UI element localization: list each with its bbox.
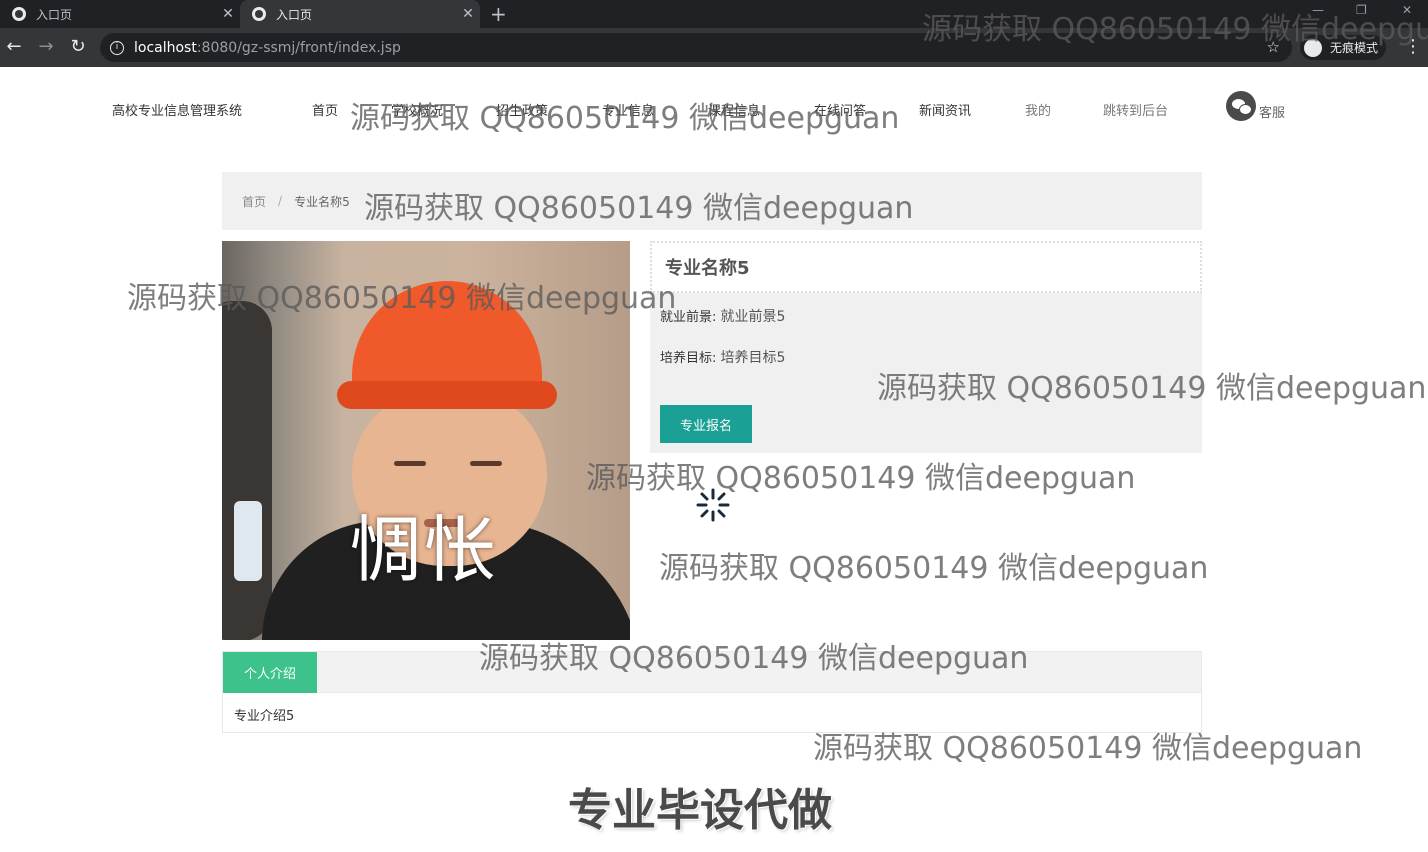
watermark: 源码获取 QQ86050149 微信deepguan (586, 461, 1136, 496)
intro-tabs: 个人介绍 专业介绍5 (222, 651, 1202, 733)
nav-admission-policy[interactable]: 招生政策 (496, 100, 548, 119)
browser-tab-bar: 入口页 ✕ 入口页 ✕ + — ❐ ✕ (0, 0, 1428, 28)
tab-title: 入口页 (276, 7, 313, 22)
photo-background-person (222, 301, 272, 640)
url-host: localhost (134, 39, 197, 56)
site-brand[interactable]: 高校专业信息管理系统 (112, 100, 242, 119)
service-label: 客服 (1259, 106, 1286, 121)
close-tab-icon[interactable]: ✕ (216, 6, 240, 22)
tab-personal-intro[interactable]: 个人介绍 (223, 652, 317, 693)
globe-icon (252, 7, 266, 21)
reload-icon[interactable]: ↻ (66, 36, 90, 57)
restore-icon[interactable]: ❐ (1356, 3, 1367, 17)
nav-news[interactable]: 新闻资讯 (919, 100, 971, 119)
major-photo: 惆怅 (222, 241, 630, 640)
photo-helmet (337, 281, 557, 409)
browser-tab-active[interactable]: 入口页 ✕ (240, 0, 480, 28)
browser-toolbar: ← → ↻ i localhost:8080/gz-ssmj/front/ind… (0, 28, 1428, 67)
site-header: 高校专业信息管理系统 首页 学校概况 招生政策 专业信息 课程信息 在线问答 新… (0, 67, 1428, 157)
nav-course-info[interactable]: 课程信息 (708, 100, 760, 119)
browser-tab[interactable]: 入口页 ✕ (0, 0, 240, 28)
globe-icon (12, 7, 26, 21)
breadcrumb-separator: / (278, 194, 283, 208)
goal-row: 培养目标: 培养目标5 (660, 347, 785, 367)
forward-icon[interactable]: → (34, 36, 58, 57)
wechat-icon (1226, 91, 1256, 121)
major-title: 专业名称5 (650, 241, 1202, 293)
nav-online-qa[interactable]: 在线问答 (814, 100, 866, 119)
nav-mine[interactable]: 我的 (1025, 100, 1051, 119)
goal-value: 培养目标5 (720, 350, 786, 366)
minimize-icon[interactable]: — (1312, 3, 1324, 17)
info-icon[interactable]: i (110, 40, 124, 55)
incognito-badge[interactable]: 无痕模式 (1300, 35, 1387, 60)
photo-caption: 惆怅 (350, 508, 499, 592)
customer-service[interactable]: 客服 (1223, 91, 1285, 123)
browser-menu-icon[interactable]: ⋮ (1404, 36, 1422, 57)
breadcrumb: 首页 / 专业名称5 (222, 172, 1202, 230)
prospect-row: 就业前景: 就业前景5 (660, 306, 785, 326)
banner-watermark: 专业毕设代做 (568, 785, 832, 836)
url-path: :8080/gz-ssmj/front/index.jsp (196, 39, 401, 56)
bookmark-star-icon[interactable]: ☆ (1267, 38, 1280, 56)
breadcrumb-current: 专业名称5 (294, 194, 350, 209)
intro-tabbar: 个人介绍 (223, 652, 1201, 693)
nav-admin-jump[interactable]: 跳转到后台 (1103, 100, 1168, 119)
loading-spinner-icon (696, 488, 730, 522)
nav-school-overview[interactable]: 学校概况 (391, 100, 443, 119)
breadcrumb-home[interactable]: 首页 (242, 193, 266, 210)
prospect-label: 就业前景: (660, 310, 717, 325)
goal-label: 培养目标: (660, 351, 717, 366)
photo-bottle (234, 501, 262, 581)
tab-title: 入口页 (36, 7, 73, 22)
intro-content: 专业介绍5 (234, 709, 295, 724)
enroll-button[interactable]: 专业报名 (660, 405, 752, 443)
nav-major-info[interactable]: 专业信息 (602, 100, 654, 119)
watermark: 源码获取 QQ86050149 微信deepguan (659, 551, 1209, 586)
new-tab-button[interactable]: + (490, 2, 507, 26)
back-icon[interactable]: ← (2, 36, 26, 57)
close-window-icon[interactable]: ✕ (1402, 3, 1412, 17)
incognito-label: 无痕模式 (1330, 41, 1379, 55)
address-bar[interactable]: i localhost:8080/gz-ssmj/front/index.jsp… (100, 33, 1292, 62)
close-tab-icon[interactable]: ✕ (456, 6, 480, 22)
prospect-value: 就业前景5 (720, 309, 786, 325)
major-detail-panel: 专业名称5 就业前景: 就业前景5 培养目标: 培养目标5 专业报名 (650, 241, 1202, 453)
nav-home[interactable]: 首页 (312, 100, 338, 119)
incognito-icon (1304, 38, 1322, 57)
